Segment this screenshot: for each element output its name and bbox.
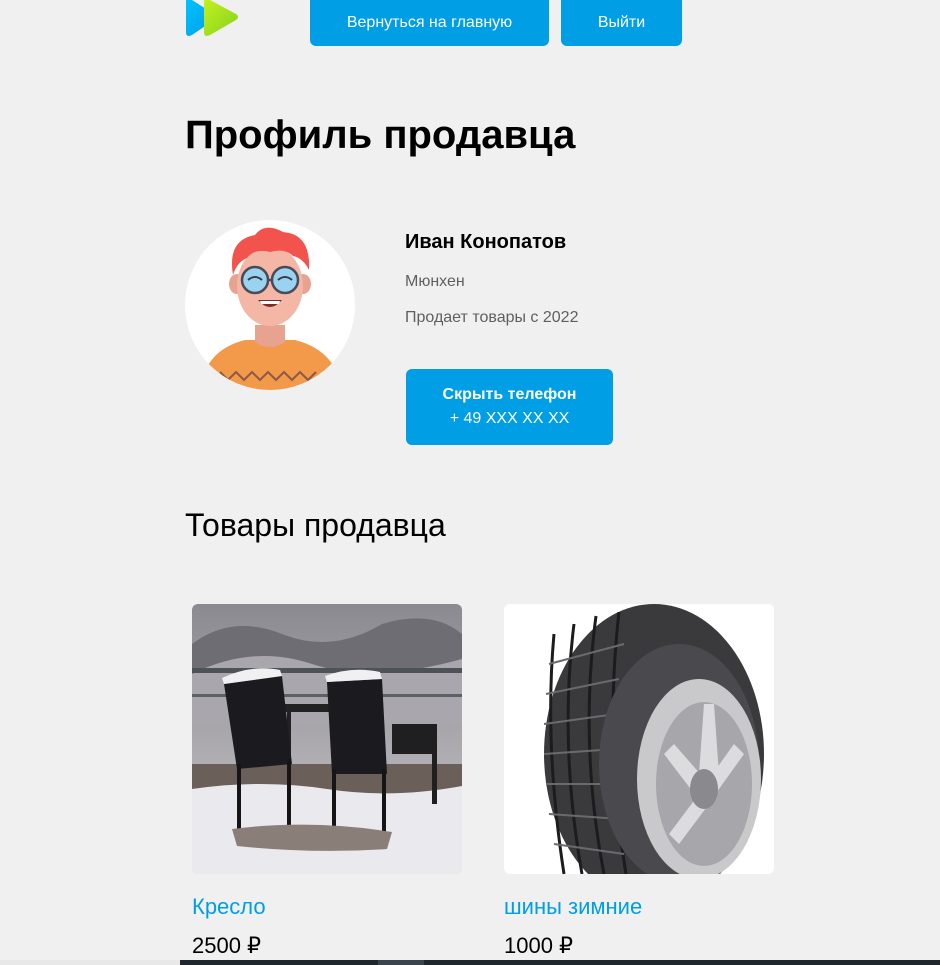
page-title: Профиль продавца xyxy=(185,113,576,157)
product-title[interactable]: Кресло xyxy=(192,894,462,920)
product-price: 1000 ₽ xyxy=(504,933,574,958)
phone-number: + 49 XXX XX XX xyxy=(449,410,570,427)
seller-name: Иван Конопатов xyxy=(405,231,567,253)
product-image-chair[interactable] xyxy=(192,604,462,874)
phone-button-label: Скрыть телефон xyxy=(442,386,577,403)
taskbar-segment xyxy=(378,960,424,965)
taskbar-segment xyxy=(0,960,180,965)
seller-avatar xyxy=(185,220,355,390)
user-avatar-icon xyxy=(200,227,343,390)
product-price: 2500 ₽ xyxy=(192,933,262,958)
logout-button[interactable]: Выйти xyxy=(561,0,682,46)
home-button[interactable]: Вернуться на главную xyxy=(310,0,549,46)
hide-phone-button[interactable]: Скрыть телефон + 49 XXX XX XX xyxy=(406,369,613,445)
product-title[interactable]: шины зимние xyxy=(504,894,774,920)
header: Вернуться на главную Выйти xyxy=(0,0,940,46)
product-card[interactable]: шины зимние 1000 ₽ xyxy=(504,604,774,959)
seller-since: Продает товары с 2022 xyxy=(405,309,579,326)
product-card[interactable]: Кресло 2500 ₽ xyxy=(192,604,462,959)
logo-icon[interactable] xyxy=(184,0,240,38)
product-image-tire[interactable] xyxy=(504,604,774,874)
seller-city: Мюнхен xyxy=(405,273,465,290)
products-section-title: Товары продавца xyxy=(185,507,446,543)
taskbar xyxy=(0,960,940,965)
